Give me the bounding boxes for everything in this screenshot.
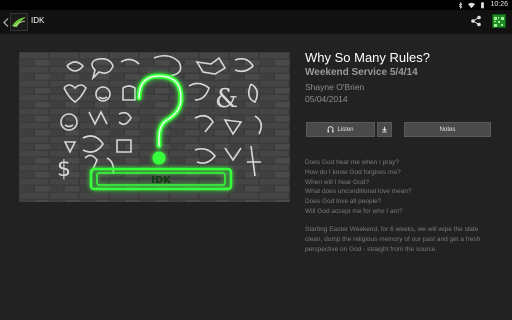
sermon-artwork: & $ IDK: [19, 52, 290, 202]
listen-button[interactable]: Listen: [306, 122, 375, 137]
speaker-name: Shayne O'Brien: [305, 82, 365, 92]
wifi-icon: [468, 2, 476, 8]
artwork-sign-text: IDK: [151, 175, 172, 186]
question-item: Will God accept me for who I am?: [305, 207, 403, 215]
notes-button-label: Notes: [439, 126, 456, 133]
status-time: 10:26: [490, 1, 508, 8]
battery-icon: [481, 1, 485, 8]
bluetooth-icon: [459, 1, 463, 9]
share-icon[interactable]: [470, 15, 482, 27]
svg-text:$: $: [57, 157, 71, 182]
back-icon[interactable]: [2, 15, 10, 29]
question-item: Does God love all people?: [305, 198, 382, 206]
status-bar-right: 10:26: [457, 0, 508, 10]
download-icon: [382, 126, 387, 133]
sermon-description: Starting Easter Weekend, for 6 weeks, we…: [305, 226, 481, 253]
sermon-title: Why So Many Rules?: [305, 50, 430, 65]
neon-question-mark-illustration: & $ IDK: [19, 52, 290, 202]
svg-text:&: &: [215, 84, 238, 114]
listen-button-label: Listen: [337, 126, 354, 133]
qr-code-icon[interactable]: [492, 14, 506, 28]
question-item: Does God hear me when I pray?: [305, 159, 399, 166]
headphones-icon: [328, 126, 334, 133]
question-item: When will I hear God?: [305, 178, 369, 186]
download-button[interactable]: [377, 122, 392, 137]
status-bar: 10:26: [0, 0, 512, 10]
app-logo[interactable]: [10, 13, 28, 31]
notes-button[interactable]: Notes: [404, 122, 491, 137]
question-list: Does God hear me when I pray? How do I k…: [305, 158, 495, 217]
sermon-date: 05/04/2014: [305, 94, 348, 104]
app-title: IDK: [31, 16, 45, 25]
app-logo-icon: [12, 17, 26, 28]
question-item: What does unconditional love mean?: [305, 188, 412, 196]
action-bar: [0, 10, 512, 34]
question-item: How do I know God forgives me?: [305, 168, 401, 176]
series-title: Weekend Service 5/4/14: [305, 67, 418, 78]
